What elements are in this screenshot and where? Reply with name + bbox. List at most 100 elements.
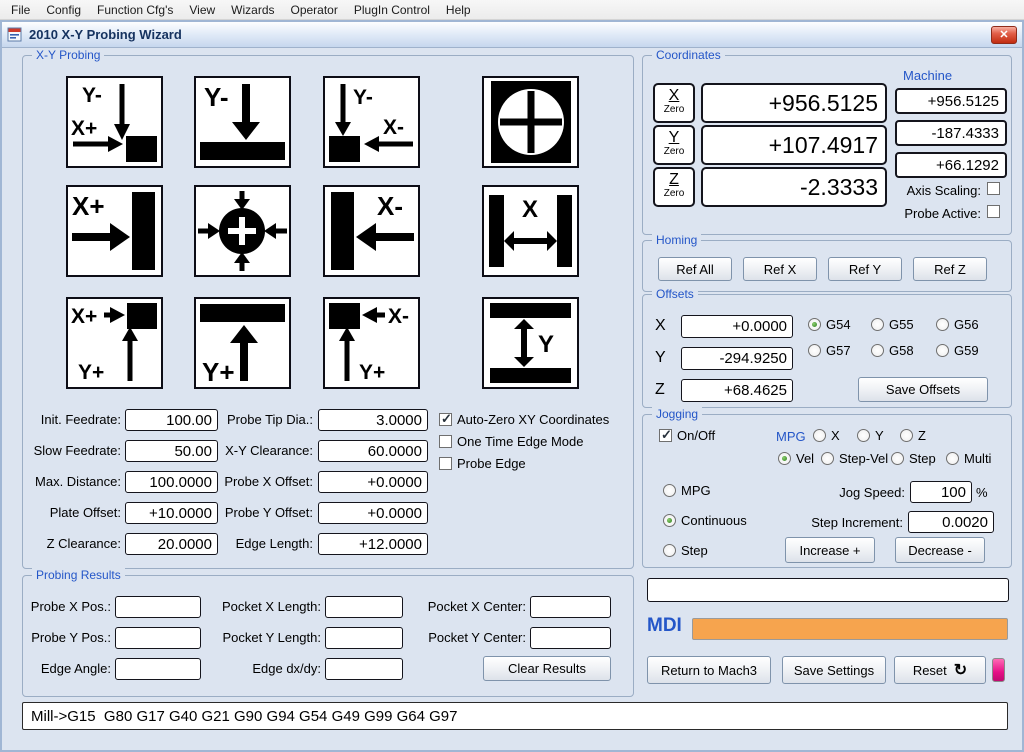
probe-edge-right-button[interactable]: X- bbox=[323, 185, 420, 277]
jog-type-mpg-radio[interactable] bbox=[663, 484, 676, 497]
zero-y-button[interactable]: Y Zero bbox=[653, 125, 695, 165]
pocket-y-center-field[interactable] bbox=[530, 627, 611, 649]
one-time-edge-checkbox[interactable] bbox=[439, 435, 452, 448]
jog-onoff-row[interactable]: On/Off bbox=[659, 427, 715, 443]
menu-item-file[interactable]: File bbox=[3, 1, 38, 19]
jog-type-mpg-row[interactable]: MPG bbox=[663, 483, 711, 498]
y-work-dro[interactable]: +107.4917 bbox=[701, 125, 887, 165]
auto-zero-checkbox-row[interactable]: Auto-Zero XY Coordinates bbox=[439, 411, 609, 427]
g56-radio[interactable] bbox=[936, 318, 949, 331]
pocket-y-length-field[interactable] bbox=[325, 627, 403, 649]
probe-edge-left-button[interactable]: X+ bbox=[66, 185, 163, 277]
increase-button[interactable]: Increase + bbox=[785, 537, 875, 563]
offset-x-field[interactable]: +0.0000 bbox=[681, 315, 793, 338]
probe-y-offset-field[interactable]: +0.0000 bbox=[318, 502, 428, 524]
g56-radio-row[interactable]: G56 bbox=[936, 317, 979, 332]
edge-angle-field[interactable] bbox=[115, 658, 201, 680]
pocket-x-length-field[interactable] bbox=[325, 596, 403, 618]
xy-clearance-field[interactable]: 60.0000 bbox=[318, 440, 428, 462]
g57-radio-row[interactable]: G57 bbox=[808, 343, 851, 358]
mdi-input[interactable] bbox=[692, 618, 1008, 640]
mpg-mode-multi-radio[interactable] bbox=[946, 452, 959, 465]
menu-item-function-cfgs[interactable]: Function Cfg's bbox=[89, 1, 181, 19]
probe-corner-top-left-button[interactable]: Y- X+ bbox=[66, 76, 163, 168]
menu-item-plugin-control[interactable]: PlugIn Control bbox=[346, 1, 438, 19]
return-to-mach3-button[interactable]: Return to Mach3 bbox=[647, 656, 771, 684]
mpg-mode-multi-row[interactable]: Multi bbox=[946, 451, 991, 466]
mpg-mode-vel-row[interactable]: Vel bbox=[778, 451, 814, 466]
g57-radio[interactable] bbox=[808, 344, 821, 357]
ref-x-button[interactable]: Ref X bbox=[743, 257, 817, 281]
auto-zero-checkbox[interactable] bbox=[439, 411, 452, 427]
mpg-mode-step-row[interactable]: Step bbox=[891, 451, 936, 466]
clear-results-button[interactable]: Clear Results bbox=[483, 656, 611, 681]
mpg-mode-vel-radio[interactable] bbox=[778, 452, 791, 465]
jog-type-step-radio[interactable] bbox=[663, 544, 676, 557]
probe-x-offset-field[interactable]: +0.0000 bbox=[318, 471, 428, 493]
g58-radio[interactable] bbox=[871, 344, 884, 357]
max-distance-field[interactable]: 100.0000 bbox=[125, 471, 218, 493]
menu-item-view[interactable]: View bbox=[181, 1, 223, 19]
probe-height-y-button[interactable]: Y bbox=[482, 297, 579, 389]
zero-z-button[interactable]: Z Zero bbox=[653, 167, 695, 207]
pocket-x-center-field[interactable] bbox=[530, 596, 611, 618]
offset-z-field[interactable]: +68.4625 bbox=[681, 379, 793, 402]
edge-length-field[interactable]: +12.0000 bbox=[318, 533, 428, 555]
init-feedrate-field[interactable]: 100.00 bbox=[125, 409, 218, 431]
menu-item-config[interactable]: Config bbox=[38, 1, 89, 19]
axis-scaling-checkbox[interactable] bbox=[987, 182, 1000, 195]
one-time-edge-checkbox-row[interactable]: One Time Edge Mode bbox=[439, 434, 583, 449]
probe-y-pos-field[interactable] bbox=[115, 627, 201, 649]
close-button[interactable]: ✕ bbox=[991, 25, 1017, 44]
jog-speed-field[interactable]: 100 bbox=[910, 481, 972, 503]
probe-width-x-button[interactable]: X bbox=[482, 185, 579, 277]
g59-radio-row[interactable]: G59 bbox=[936, 343, 979, 358]
slow-feedrate-field[interactable]: 50.00 bbox=[125, 440, 218, 462]
mpg-mode-stepvel-row[interactable]: Step-Vel bbox=[821, 451, 888, 466]
probe-edge-checkbox-row[interactable]: Probe Edge bbox=[439, 456, 526, 471]
g55-radio[interactable] bbox=[871, 318, 884, 331]
probe-active-checkbox[interactable] bbox=[987, 205, 1000, 218]
ref-all-button[interactable]: Ref All bbox=[658, 257, 732, 281]
g59-radio[interactable] bbox=[936, 344, 949, 357]
g58-radio-row[interactable]: G58 bbox=[871, 343, 914, 358]
probe-tip-dia-field[interactable]: 3.0000 bbox=[318, 409, 428, 431]
ref-z-button[interactable]: Ref Z bbox=[913, 257, 987, 281]
menu-item-operator[interactable]: Operator bbox=[283, 1, 346, 19]
jog-type-continuous-radio[interactable] bbox=[663, 514, 676, 527]
jog-type-step-row[interactable]: Step bbox=[663, 543, 708, 558]
save-settings-button[interactable]: Save Settings bbox=[782, 656, 886, 684]
jog-axis-x-row[interactable]: X bbox=[813, 428, 840, 443]
z-clearance-field[interactable]: 20.0000 bbox=[125, 533, 218, 555]
probe-x-pos-field[interactable] bbox=[115, 596, 201, 618]
menu-item-wizards[interactable]: Wizards bbox=[223, 1, 282, 19]
step-increment-field[interactable]: 0.0020 bbox=[908, 511, 994, 533]
decrease-button[interactable]: Decrease - bbox=[895, 537, 985, 563]
jog-axis-x-radio[interactable] bbox=[813, 429, 826, 442]
offset-y-field[interactable]: -294.9250 bbox=[681, 347, 793, 370]
title-bar[interactable]: 2010 X-Y Probing Wizard ✕ bbox=[2, 22, 1022, 48]
ref-y-button[interactable]: Ref Y bbox=[828, 257, 902, 281]
menu-item-help[interactable]: Help bbox=[438, 1, 479, 19]
plate-offset-field[interactable]: +10.0000 bbox=[125, 502, 218, 524]
probe-edge-bottom-button[interactable]: Y+ bbox=[194, 297, 291, 389]
mpg-mode-stepvel-radio[interactable] bbox=[821, 452, 834, 465]
zero-x-button[interactable]: X Zero bbox=[653, 83, 695, 123]
probe-corner-bottom-left-button[interactable]: X+ Y+ bbox=[66, 297, 163, 389]
x-work-dro[interactable]: +956.5125 bbox=[701, 83, 887, 123]
probe-edge-checkbox[interactable] bbox=[439, 457, 452, 470]
probe-center-finder-button[interactable] bbox=[194, 185, 291, 277]
probe-boss-center-button[interactable] bbox=[482, 76, 579, 168]
g55-radio-row[interactable]: G55 bbox=[871, 317, 914, 332]
mpg-mode-step-radio[interactable] bbox=[891, 452, 904, 465]
edge-dxdy-field[interactable] bbox=[325, 658, 403, 680]
g54-radio[interactable] bbox=[808, 318, 821, 331]
g54-radio-row[interactable]: G54 bbox=[808, 317, 851, 332]
jog-axis-y-radio[interactable] bbox=[857, 429, 870, 442]
jog-axis-z-row[interactable]: Z bbox=[900, 428, 926, 443]
probe-corner-top-right-button[interactable]: Y- X- bbox=[323, 76, 420, 168]
jog-type-continuous-row[interactable]: Continuous bbox=[663, 513, 747, 528]
probe-edge-top-button[interactable]: Y- bbox=[194, 76, 291, 168]
jog-onoff-checkbox[interactable] bbox=[659, 427, 672, 443]
reset-button[interactable]: Reset ↻ bbox=[894, 656, 986, 684]
